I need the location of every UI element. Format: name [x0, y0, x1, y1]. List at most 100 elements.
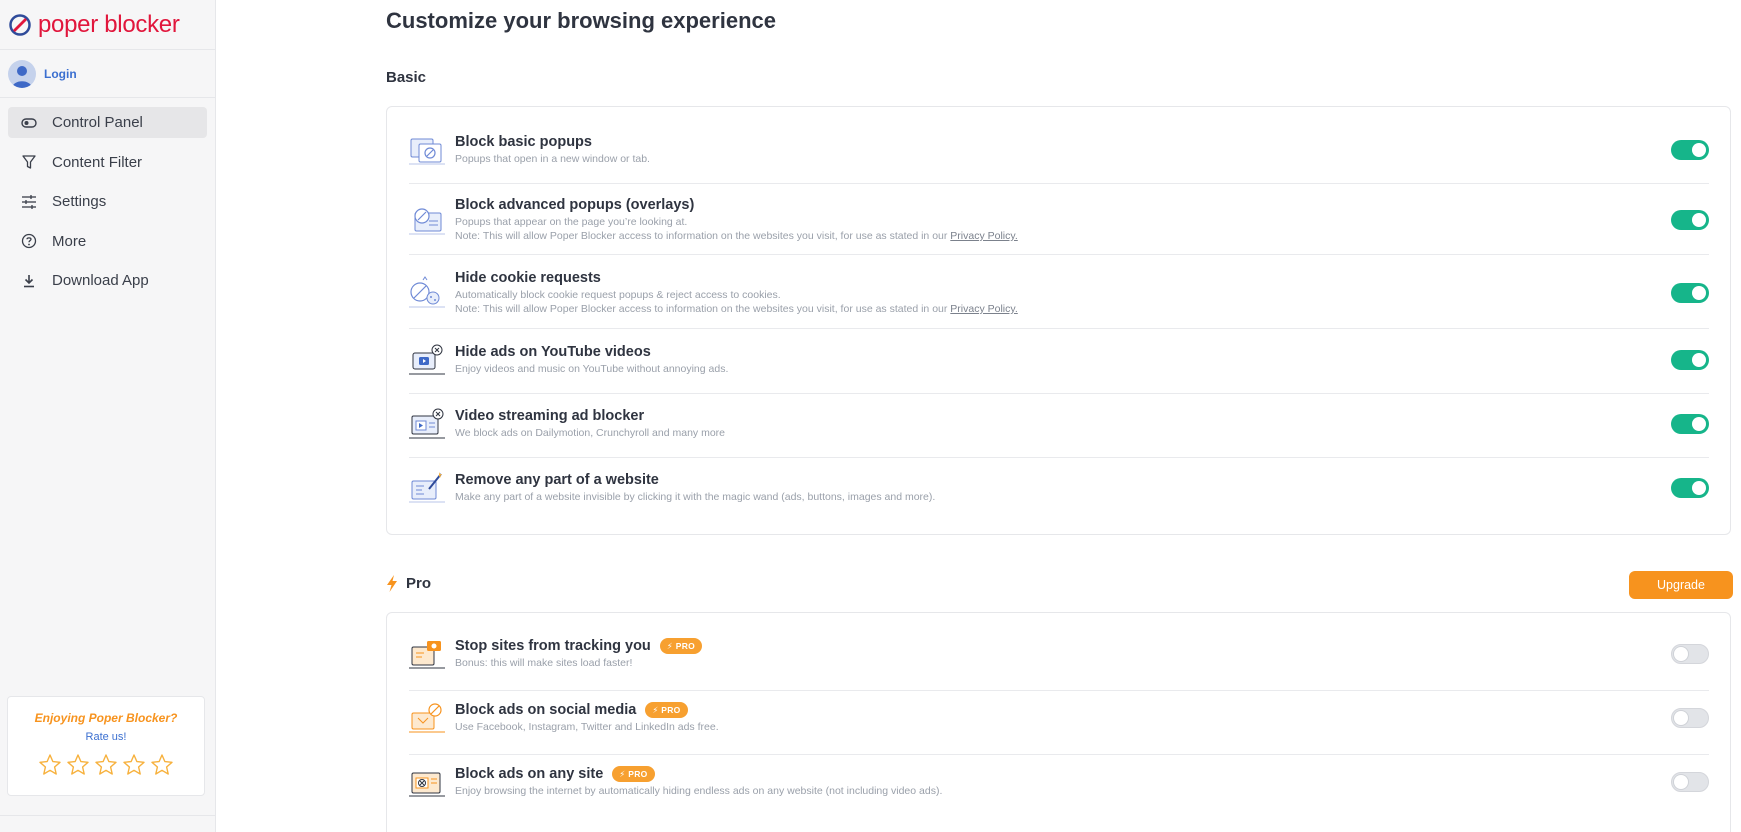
feature-title-text: Block ads on social media [455, 702, 637, 718]
cookie-icon [409, 276, 445, 308]
feature-row-youtube-ads: Hide ads on YouTube videos Enjoy videos … [409, 343, 1709, 377]
divider [409, 690, 1709, 691]
divider [409, 254, 1709, 255]
user-icon [12, 65, 32, 88]
tracking-shield-icon [409, 641, 445, 669]
feature-description: Popups that open in a new window or tab. [455, 153, 650, 165]
toggle-icon [20, 114, 38, 132]
sidebar-item-settings[interactable]: Settings [8, 186, 207, 217]
magic-wand-icon [409, 472, 445, 503]
feature-title: Block basic popups [455, 134, 592, 150]
feature-title: Block ads on any site ⚡ PRO [455, 766, 1709, 782]
feature-title: Block ads on social media ⚡ PRO [455, 702, 1709, 718]
any-site-ad-icon [409, 772, 445, 797]
pro-badge-label: PRO [628, 769, 648, 779]
feature-description: Enjoy videos and music on YouTube withou… [455, 363, 729, 375]
sidebar-item-more[interactable]: More [8, 226, 207, 257]
feature-description: Popups that appear on the page you’re lo… [455, 216, 688, 228]
basic-popup-icon [409, 138, 445, 165]
login-row[interactable]: Login [0, 50, 215, 98]
pro-heading: Pro [406, 575, 432, 592]
funnel-icon [20, 153, 38, 171]
hide-cookie-requests-toggle[interactable] [1671, 283, 1709, 303]
star-icon[interactable] [66, 753, 90, 777]
privacy-policy-link[interactable]: Privacy Policy. [950, 230, 1018, 242]
feature-title: Block advanced popups (overlays) [455, 197, 695, 213]
feature-title: Video streaming ad blocker [455, 408, 645, 424]
social-media-ads-toggle[interactable] [1671, 708, 1709, 728]
sidebar-item-download-app[interactable]: Download App [8, 265, 207, 296]
star-icon[interactable] [150, 753, 174, 777]
feature-row-any-site-ads: Block ads on any site ⚡ PRO Enjoy browsin… [409, 765, 1709, 799]
feature-description: Automatically block cookie request popup… [455, 289, 781, 301]
brand-name: poper blocker [38, 10, 180, 38]
youtube-ad-icon [409, 344, 445, 375]
pro-badge: ⚡ PRO [645, 702, 688, 718]
pro-badge-label: PRO [661, 705, 681, 715]
feature-title: Hide ads on YouTube videos [455, 344, 651, 360]
feature-row-hide-cookie-requests: Hide cookie requests Automatically block… [409, 270, 1709, 316]
avatar [8, 59, 36, 88]
feature-title-text: Block ads on any site [455, 766, 604, 782]
pro-features-card: Stop sites from tracking you ⚡ PRO Bonus:… [386, 612, 1731, 832]
question-icon [20, 232, 38, 250]
lightning-bolt-icon [387, 575, 397, 592]
feature-title: Remove any part of a website [455, 472, 659, 488]
block-basic-popups-toggle[interactable] [1671, 140, 1709, 160]
divider [409, 457, 1709, 458]
feature-description: Enjoy browsing the internet by automatic… [455, 785, 943, 797]
sidebar-item-control-panel[interactable]: Control Panel [8, 107, 207, 138]
video-streaming-toggle[interactable] [1671, 414, 1709, 434]
feature-row-block-advanced-popups: Block advanced popups (overlays) Popups … [409, 197, 1709, 243]
hide-youtube-ads-toggle[interactable] [1671, 350, 1709, 370]
rate-us-card: Enjoying Poper Blocker? Rate us! [7, 696, 205, 796]
download-icon [20, 272, 38, 290]
pro-section-title: Pro [386, 575, 431, 592]
feature-description: Use Facebook, Instagram, Twitter and Lin… [455, 721, 719, 733]
sidebar-item-label: Settings [52, 193, 107, 210]
brand-logo[interactable]: poper blocker [0, 0, 215, 50]
feature-row-stop-tracking: Stop sites from tracking you ⚡ PRO Bonus:… [409, 637, 1709, 671]
star-icon[interactable] [94, 753, 118, 777]
sidebar-item-content-filter[interactable]: Content Filter [8, 147, 207, 178]
feature-row-video-streaming: Video streaming ad blocker We block ads … [409, 407, 1709, 441]
divider [409, 328, 1709, 329]
feature-note: Note: This will allow Poper Blocker acce… [455, 229, 1709, 243]
social-media-icon [409, 703, 445, 733]
feature-description: We block ads on Dailymotion, Crunchyroll… [455, 427, 726, 439]
stop-tracking-toggle[interactable] [1671, 644, 1709, 664]
note-text: Note: This will allow Poper Blocker acce… [455, 230, 951, 242]
sidebar-item-label: Control Panel [52, 114, 143, 131]
feature-note: Note: This will allow Poper Blocker acce… [455, 302, 1709, 316]
divider [409, 754, 1709, 755]
feature-title: Hide cookie requests [455, 270, 601, 286]
no-entry-icon [9, 13, 31, 36]
sidebar-nav: Control Panel Content Filter Settings Mo… [0, 98, 215, 296]
pro-badge: ⚡ PRO [659, 638, 703, 654]
divider [0, 815, 216, 816]
sliders-icon [20, 193, 38, 211]
star-icon[interactable] [122, 753, 146, 777]
sidebar-item-label: Download App [52, 272, 149, 289]
remove-website-part-toggle[interactable] [1671, 478, 1709, 498]
pro-badge: ⚡ PRO [612, 766, 655, 782]
block-advanced-popups-toggle[interactable] [1671, 210, 1709, 230]
divider [409, 183, 1709, 184]
feature-title: Stop sites from tracking you ⚡ PRO [455, 638, 1709, 654]
video-streaming-icon [409, 408, 445, 439]
rate-title: Enjoying Poper Blocker? [34, 711, 178, 725]
feature-row-block-basic-popups: Block basic popups Popups that open in a… [409, 133, 1709, 167]
star-icon[interactable] [38, 753, 62, 777]
basic-features-card: Block basic popups Popups that open in a… [386, 106, 1731, 535]
feature-title-text: Stop sites from tracking you [455, 638, 651, 654]
sidebar-item-label: More [52, 232, 87, 250]
sidebar-item-label: Content Filter [52, 153, 143, 171]
upgrade-button[interactable]: Upgrade [1629, 571, 1733, 599]
rate-us-link[interactable]: Rate us! [8, 731, 204, 743]
page-title: Customize your browsing experience [386, 8, 776, 33]
star-rating [8, 753, 204, 777]
basic-section-title: Basic [386, 69, 427, 86]
login-link[interactable]: Login [44, 67, 77, 81]
any-site-ads-toggle[interactable] [1671, 772, 1709, 792]
privacy-policy-link[interactable]: Privacy Policy. [950, 303, 1018, 315]
